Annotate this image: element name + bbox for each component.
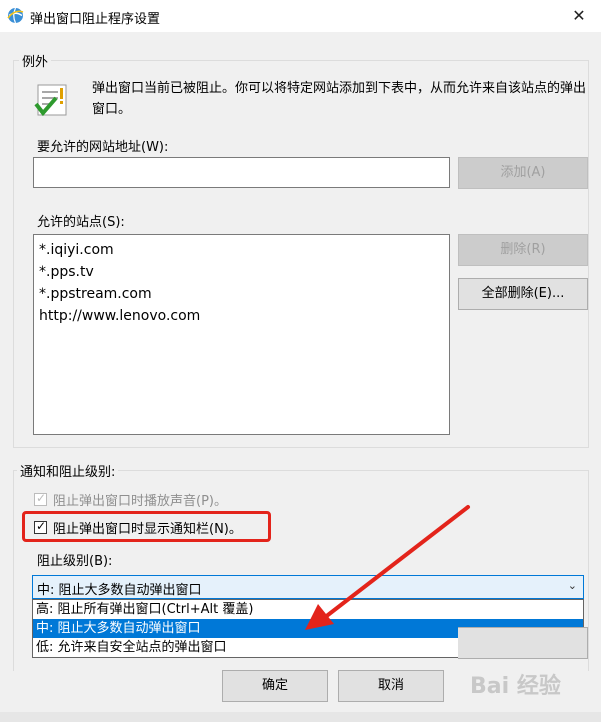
watermark: Bai 经验 — [470, 674, 561, 699]
bottom-strip — [0, 712, 601, 722]
cancel-button[interactable]: 取消 — [338, 670, 444, 702]
ok-button[interactable]: 确定 — [222, 670, 328, 702]
annotation-arrow-icon — [305, 505, 470, 630]
